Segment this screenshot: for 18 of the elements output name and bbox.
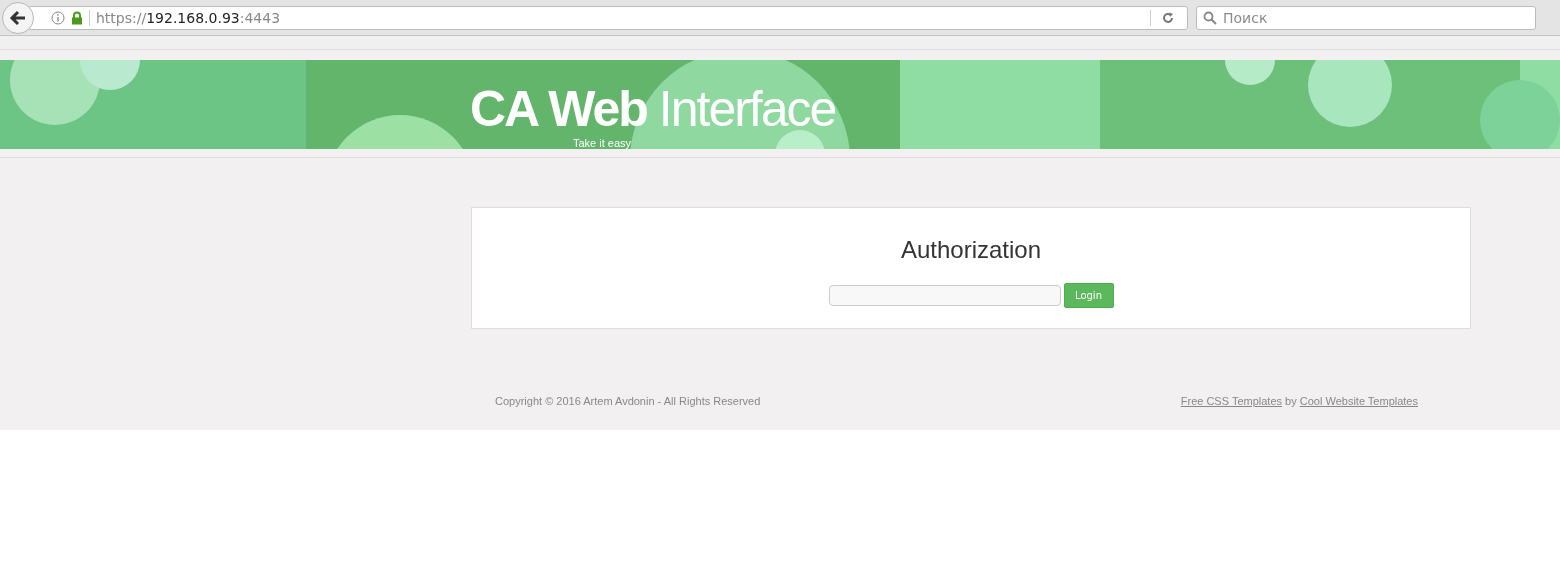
- lock-icon[interactable]: [71, 10, 83, 25]
- login-button[interactable]: Login: [1063, 283, 1114, 308]
- copyright-text: Copyright © 2016 Artem Avdonin - All Rights Reserved: [495, 395, 761, 407]
- footer-link[interactable]: Free CSS Templates: [1180, 395, 1283, 407]
- site-tagline: Take it easy: [573, 137, 632, 149]
- search-icon: [1203, 10, 1217, 25]
- card-heading: Authorization: [900, 235, 1042, 265]
- reload-icon[interactable]: [1161, 10, 1175, 25]
- url-text: https://192.168.0.93:4443: [96, 9, 281, 26]
- back-arrow-icon: [9, 9, 27, 26]
- footer-link[interactable]: Cool Website Templates: [1299, 395, 1418, 407]
- site-title: CA Web Interface: [470, 80, 836, 139]
- credits-text: Free CSS Templates by Cool Website Templates: [1180, 395, 1418, 407]
- search-field[interactable]: Поиск: [1196, 5, 1536, 30]
- info-icon[interactable]: [51, 10, 65, 25]
- address-bar[interactable]: https://192.168.0.93:4443: [28, 5, 1188, 30]
- input-field[interactable]: [828, 285, 1061, 306]
- back-button[interactable]: [2, 1, 34, 34]
